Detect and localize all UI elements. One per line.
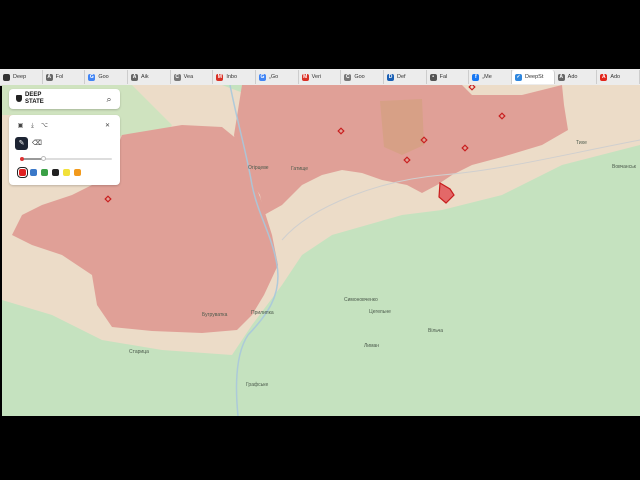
- gmail-favicon-icon: M: [216, 73, 224, 81]
- color-swatch[interactable]: [52, 169, 59, 176]
- header-panel: DEEP STATE ⌕: [9, 89, 120, 109]
- browser-tab-label: Deep: [13, 74, 27, 80]
- blue-d-favicon-icon: D: [387, 73, 394, 81]
- slider-knob[interactable]: [41, 156, 46, 161]
- browser-tab[interactable]: A Aik: [128, 70, 171, 84]
- facebook-favicon-icon: f: [472, 73, 480, 81]
- place-label: Огірцеве: [248, 165, 269, 171]
- place-label: Гатище: [291, 166, 309, 172]
- generic-c-favicon-icon: C: [344, 73, 352, 81]
- place-label: Вовчанськ: [612, 164, 636, 170]
- shield-icon: [16, 95, 22, 102]
- browser-tab-label: Veri: [311, 74, 322, 80]
- color-swatch[interactable]: [74, 169, 81, 176]
- draw-button[interactable]: ✎: [15, 137, 28, 150]
- browser-tab[interactable]: G Goo: [85, 70, 128, 84]
- place-label: Графське: [246, 382, 269, 388]
- browser-tab-label: Goo: [98, 74, 109, 80]
- logo-text-line2: STATE: [25, 98, 44, 105]
- browser-tab[interactable]: • Fal: [427, 70, 470, 84]
- place-label: Бугруватка: [202, 312, 228, 318]
- place-label: Тихе: [576, 140, 587, 146]
- deepstate-favicon-icon: [3, 73, 10, 81]
- browser-tab-label: DeepSt: [525, 74, 544, 80]
- search-icon[interactable]: ⌕: [103, 93, 115, 105]
- generic-a-favicon-icon: A: [557, 73, 565, 81]
- browser-tab-label: Ado: [610, 74, 621, 80]
- browser-tab-label: „Go: [269, 74, 279, 80]
- browser-tab[interactable]: G „Go: [256, 70, 299, 84]
- browser-tab[interactable]: ✓ DeepSt: [512, 70, 555, 84]
- browser-tab[interactable]: C Vea: [171, 70, 214, 84]
- brush-preview-dot: [20, 157, 24, 161]
- browser-tab[interactable]: M Inbo: [213, 70, 256, 84]
- browser-tab-label: Fol: [55, 74, 64, 80]
- browser-tab-label: „Me: [482, 74, 492, 80]
- browser-tab[interactable]: A Ado: [555, 70, 598, 84]
- generic-a-favicon-icon: A: [45, 73, 53, 81]
- browser-tab-label: Fal: [439, 74, 448, 80]
- color-swatch[interactable]: [30, 169, 37, 176]
- share-icon[interactable]: ⌥: [40, 122, 49, 131]
- google-favicon-icon: G: [259, 73, 266, 81]
- browser-tab-bar: Deep A Fol G Goo A Aik C Vea M Inbo G „Go M Veri C Goo D D…: [0, 69, 640, 86]
- browser-tab[interactable]: Deep: [0, 70, 43, 84]
- browser-tab-label: Inbo: [226, 74, 238, 80]
- screen: Deep A Fol G Goo A Aik C Vea M Inbo G „Go M Veri C Goo D D…: [0, 0, 640, 480]
- close-icon[interactable]: ✕: [103, 122, 112, 131]
- browser-tab[interactable]: A Fol: [43, 70, 86, 84]
- place-label: Лиман: [364, 343, 380, 349]
- browser-tab[interactable]: D Def: [384, 70, 427, 84]
- adobe-favicon-icon: A: [600, 73, 608, 81]
- browser-tab[interactable]: C Goo: [341, 70, 384, 84]
- generic-c-favicon-icon: C: [173, 73, 181, 81]
- browser-tab-label: Aik: [141, 74, 149, 80]
- browser-tab[interactable]: A Ado: [597, 70, 640, 84]
- gmail-favicon-icon: M: [301, 73, 309, 81]
- place-label: Цегельне: [369, 309, 391, 315]
- browser-tab-label: Def: [397, 74, 406, 80]
- forest-patch: [380, 99, 424, 155]
- place-label: Вільча: [428, 328, 444, 334]
- color-swatch[interactable]: [41, 169, 48, 176]
- browser-tab-label: Goo: [354, 74, 365, 80]
- browser-tab-label: Ado: [567, 74, 578, 80]
- place-label: Симоновченко: [344, 297, 378, 303]
- deepstate-favicon-icon: ✓: [515, 73, 522, 81]
- logo-text-line1: DEEP: [25, 92, 42, 98]
- eraser-icon[interactable]: ⌫: [32, 139, 42, 149]
- layers-icon[interactable]: ▣: [16, 122, 25, 131]
- deepstate-logo[interactable]: DEEP STATE: [16, 92, 56, 106]
- download-icon[interactable]: ⤓: [28, 122, 37, 131]
- place-label: Прилипка: [251, 310, 274, 316]
- place-label: Старица: [129, 349, 149, 355]
- globe-favicon-icon: •: [429, 73, 437, 81]
- drawing-tools-panel: ▣ ⤓ ⌥ ✕ ✎ ⌫: [9, 115, 120, 185]
- google-favicon-icon: G: [88, 73, 96, 81]
- generic-a-favicon-icon: A: [131, 73, 138, 81]
- color-swatch[interactable]: [63, 169, 70, 176]
- brush-size-slider[interactable]: [20, 156, 112, 161]
- browser-tab[interactable]: M Veri: [299, 70, 342, 84]
- color-swatch[interactable]: [17, 167, 28, 178]
- browser-tab[interactable]: f „Me: [469, 70, 512, 84]
- browser-tab-label: Vea: [183, 74, 194, 80]
